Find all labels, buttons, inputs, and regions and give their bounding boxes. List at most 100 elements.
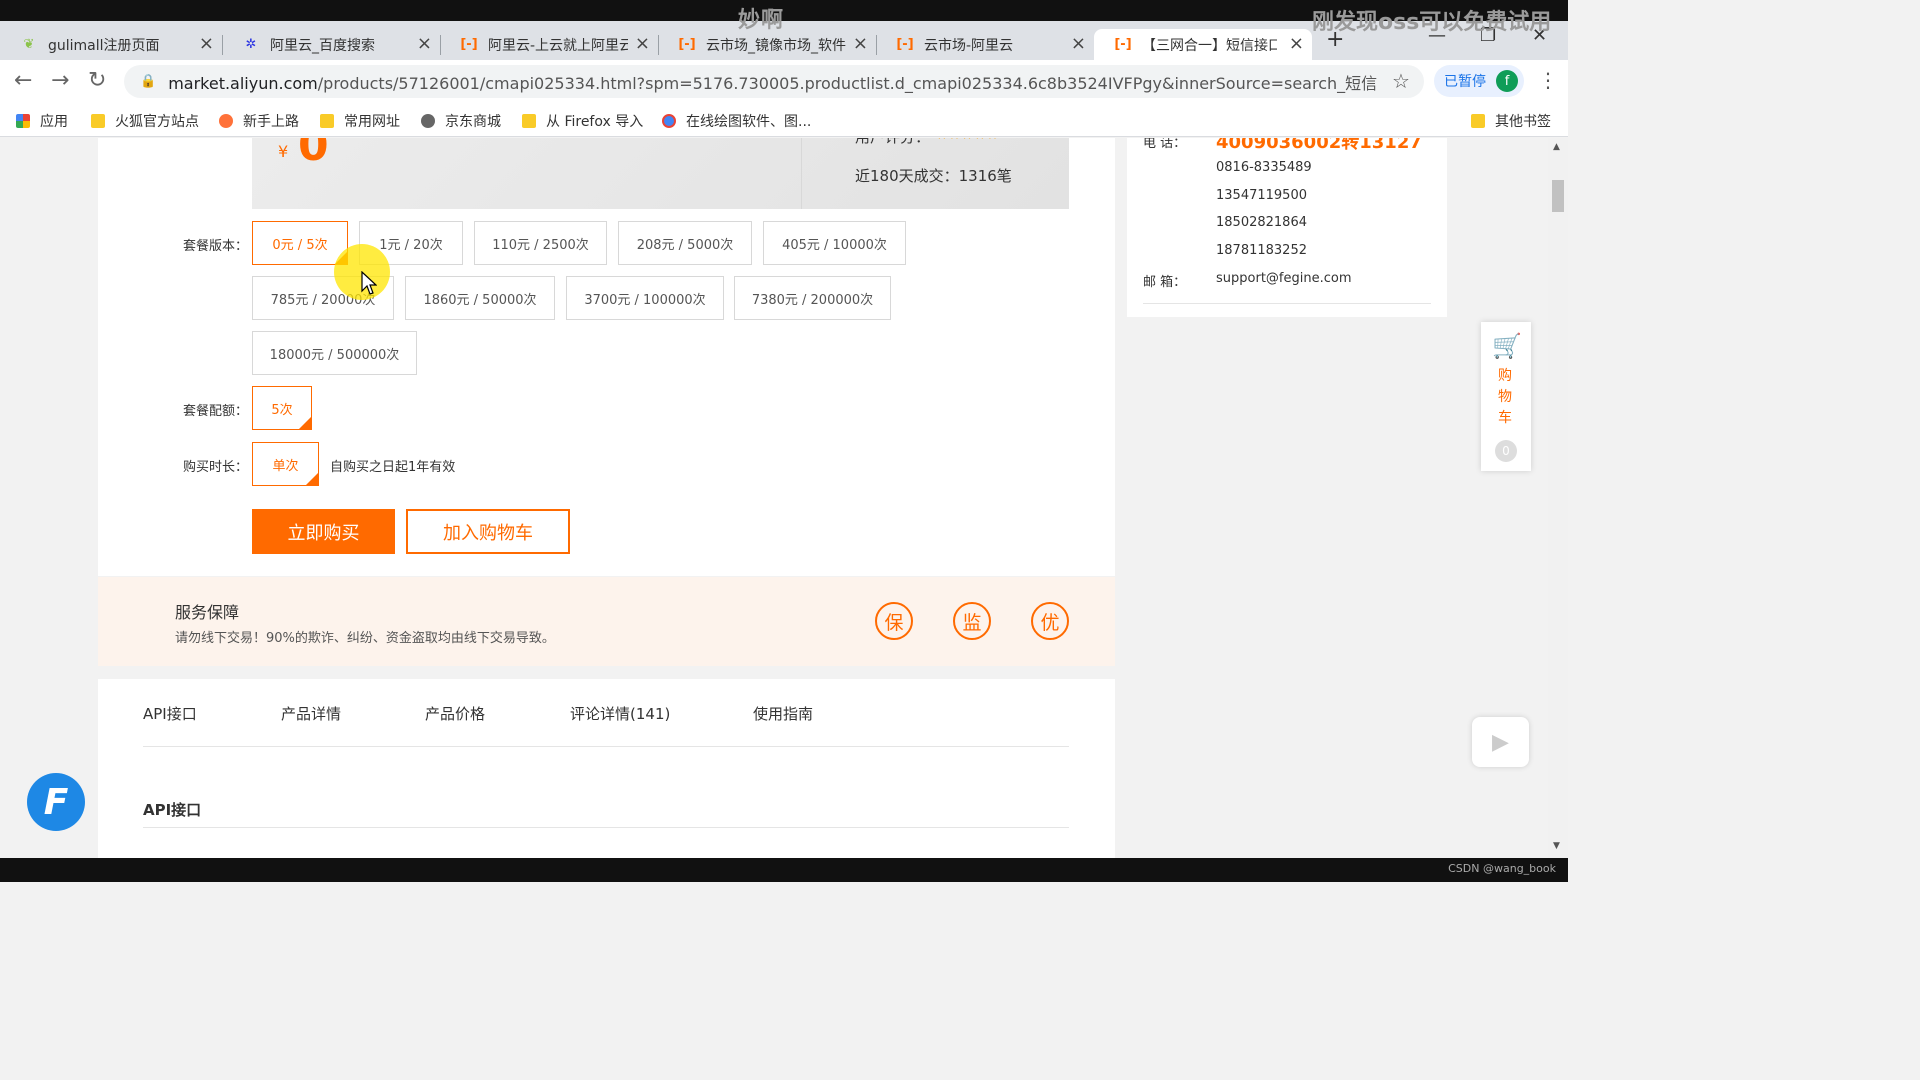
close-icon[interactable]: ×	[417, 33, 432, 54]
cart-icon: 🛒	[1492, 332, 1522, 360]
tab-product-price[interactable]: 产品价格	[425, 703, 485, 724]
drawing-icon	[662, 114, 676, 128]
version-option[interactable]: 1860元 / 50000次	[405, 276, 555, 320]
scroll-up-icon[interactable]: ▲	[1553, 142, 1560, 152]
phone-main: 4009036002转13127	[1216, 138, 1422, 153]
section-title: API接口	[143, 801, 202, 819]
detail-tabs-panel: API接口 产品详情 产品价格 评论详情(141) 使用指南 API接口	[98, 679, 1115, 858]
rating-stars: ★★★★★	[936, 138, 999, 143]
aliyun-icon: [-]	[896, 37, 914, 52]
duration-option[interactable]: 单次	[252, 442, 319, 486]
avatar: f	[1496, 70, 1518, 92]
close-icon[interactable]: ×	[1289, 33, 1304, 54]
firefox-icon	[219, 114, 233, 128]
video-overlay-text: 妙啊	[738, 8, 785, 33]
paused-label: 已暂停	[1444, 74, 1486, 90]
tab-sms-api[interactable]: [-] 【三网合一】短信接口 ×	[1094, 29, 1312, 60]
bottom-bar: CSDN @wang_book	[0, 858, 1568, 882]
email-value: support@fegine.com	[1216, 271, 1352, 286]
bookmark-firefox-site[interactable]: 火狐官方站点	[91, 111, 199, 131]
menu-icon[interactable]: ⋮	[1538, 68, 1558, 92]
bookmark-firefox-import[interactable]: 从 Firefox 导入	[522, 111, 643, 131]
aliyun-icon: [-]	[1114, 37, 1132, 52]
bookmark-label: 应用	[40, 114, 68, 130]
bookmark-getting-started[interactable]: 新手上路	[219, 111, 299, 131]
app-logo-icon[interactable]: F	[27, 773, 85, 831]
url-text: market.aliyun.com/products/57126001/cmap…	[168, 70, 1378, 94]
tab-cloud-market[interactable]: [-] 云市场-阿里云 ×	[876, 29, 1094, 60]
play-button-icon[interactable]: ▶	[1472, 717, 1529, 767]
close-icon[interactable]: ×	[853, 33, 868, 54]
scroll-down-icon[interactable]: ▼	[1553, 841, 1560, 851]
tab-product-details[interactable]: 产品详情	[281, 703, 341, 724]
validity-note: 自购买之日起1年有效	[330, 460, 456, 475]
tab-gulimall[interactable]: ❦ gulimall注册页面 ×	[0, 29, 223, 60]
premium-badge: 优	[1031, 602, 1069, 640]
seller-contact: 电 话： 4009036002转13127 0816-8335489 13547…	[1127, 138, 1447, 317]
phone-label: 电 话：	[1143, 138, 1187, 151]
bookmark-label: 从 Firefox 导入	[546, 114, 644, 130]
phone-number: 18781183252	[1216, 243, 1307, 258]
bookmarks-bar: 应用 火狐官方站点 新手上路 常用网址 京东商城 从 Firefox 导入 在线…	[0, 102, 1568, 137]
duration-label: 购买时长：	[183, 460, 249, 475]
watermark: CSDN @wang_book	[1448, 862, 1556, 875]
tab-reviews[interactable]: 评论详情(141)	[570, 703, 670, 724]
bookmark-star-icon[interactable]: ☆	[1392, 69, 1410, 93]
version-option[interactable]: 208元 / 5000次	[618, 221, 752, 265]
folder-icon	[320, 114, 334, 128]
version-option[interactable]: 3700元 / 100000次	[566, 276, 724, 320]
close-icon[interactable]: ×	[1071, 33, 1086, 54]
url-host: market.aliyun.com	[168, 73, 318, 93]
tab-baidu[interactable]: ✲ 阿里云_百度搜索 ×	[222, 29, 441, 60]
bookmark-common-urls[interactable]: 常用网址	[320, 111, 400, 131]
close-icon[interactable]: ×	[635, 33, 650, 54]
bookmark-apps[interactable]: 应用	[16, 111, 68, 131]
tab-label: 云市场-阿里云	[924, 37, 1014, 54]
address-bar[interactable]: 🔒 market.aliyun.com/products/57126001/cm…	[124, 65, 1424, 98]
bookmark-label: 其他书签	[1495, 114, 1551, 130]
back-icon[interactable]: ←	[14, 68, 32, 93]
divider	[801, 138, 802, 209]
reload-icon[interactable]: ↻	[88, 68, 106, 93]
tab-label: 阿里云_百度搜索	[270, 37, 375, 54]
tab-api[interactable]: API接口	[143, 703, 197, 724]
bookmark-label: 常用网址	[344, 114, 400, 130]
scrollbar[interactable]: ▲ ▼	[1548, 138, 1568, 858]
add-to-cart-button[interactable]: 加入购物车	[406, 509, 570, 554]
paw-icon: ✲	[245, 37, 257, 52]
bookmark-label: 在线绘图软件、图...	[686, 114, 812, 130]
apps-grid-icon	[16, 114, 30, 128]
cart-label: 购物车	[1498, 368, 1512, 426]
forward-icon[interactable]: →	[51, 68, 69, 93]
bookmark-label: 火狐官方站点	[115, 114, 199, 130]
profile-button[interactable]: 已暂停 f	[1434, 65, 1524, 97]
bookmark-other[interactable]: 其他书签	[1471, 111, 1551, 131]
page-content: ¥ 0 用户评分： ★★★★★ 近180天成交：1316笔 套餐版本： 0元 /…	[0, 138, 1548, 858]
leaf-icon: ❦	[23, 37, 35, 52]
folder-icon	[91, 114, 105, 128]
version-option[interactable]: 0元 / 5次	[252, 221, 348, 265]
lock-icon: 🔒	[140, 74, 157, 89]
quota-option[interactable]: 5次	[252, 386, 312, 430]
scroll-thumb[interactable]	[1552, 180, 1564, 212]
version-option[interactable]: 405元 / 10000次	[763, 221, 906, 265]
bookmark-jd[interactable]: 京东商城	[421, 111, 501, 131]
aliyun-icon: [-]	[678, 37, 696, 52]
close-icon[interactable]: ×	[199, 33, 214, 54]
version-option[interactable]: 7380元 / 200000次	[734, 276, 891, 320]
buy-now-button[interactable]: 立即购买	[252, 509, 395, 554]
version-option[interactable]: 110元 / 2500次	[474, 221, 607, 265]
divider	[143, 746, 1069, 747]
bookmark-label: 京东商城	[445, 114, 501, 130]
sales-count: 近180天成交：1316笔	[855, 167, 1012, 185]
toolbar: ← → ↻ 🔒 market.aliyun.com/products/57126…	[0, 60, 1568, 102]
url-path: /products/57126001/cmapi025334.html?spm=…	[317, 73, 1379, 93]
divider	[1143, 303, 1431, 304]
tab-usage-guide[interactable]: 使用指南	[753, 703, 813, 724]
bookmark-drawing[interactable]: 在线绘图软件、图...	[662, 111, 811, 131]
version-option[interactable]: 18000元 / 500000次	[252, 331, 417, 375]
tab-aliyun-home[interactable]: [-] 阿里云-上云就上阿里云 ×	[440, 29, 659, 60]
side-cart-widget[interactable]: 🛒 购物车 0	[1481, 322, 1531, 471]
globe-icon	[421, 114, 435, 128]
email-label: 邮 箱：	[1143, 275, 1187, 290]
